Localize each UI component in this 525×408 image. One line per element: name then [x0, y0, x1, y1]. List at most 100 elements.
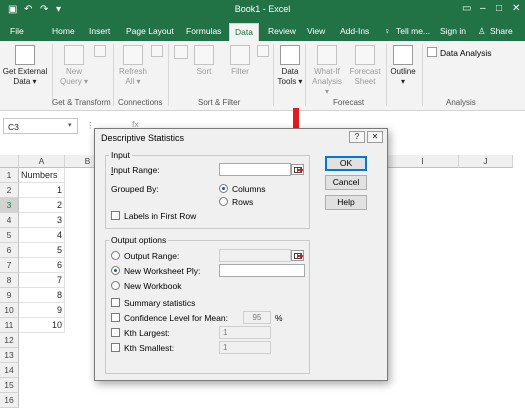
tab-add-ins[interactable]: Add-Ins: [340, 26, 369, 36]
group-separator: [273, 44, 274, 106]
sort-button[interactable]: Sort: [190, 45, 218, 77]
cell-a8[interactable]: 7: [19, 273, 65, 288]
new-worksheet-radio[interactable]: [111, 266, 120, 275]
tab-home[interactable]: Home: [52, 26, 75, 36]
sign-in-link[interactable]: Sign in: [440, 26, 466, 36]
confidence-level-label[interactable]: Confidence Level for Mean:: [124, 313, 228, 323]
confidence-level-checkbox[interactable]: [111, 313, 120, 322]
summary-statistics-checkbox[interactable]: [111, 298, 120, 307]
col-header-j[interactable]: J: [459, 155, 513, 168]
sort-az-icon[interactable]: [172, 45, 190, 61]
row-header[interactable]: 9: [0, 288, 19, 303]
confidence-level-field[interactable]: 95: [243, 311, 271, 324]
group-separator: [52, 44, 53, 106]
tab-insert[interactable]: Insert: [89, 26, 110, 36]
show-queries-icon[interactable]: [93, 45, 107, 59]
kth-largest-checkbox[interactable]: [111, 328, 120, 337]
name-box[interactable]: C3: [3, 118, 78, 134]
dialog-help-icon[interactable]: ?: [349, 131, 365, 143]
col-header-a[interactable]: A: [19, 155, 65, 168]
summary-statistics-label[interactable]: Summary statistics: [124, 298, 195, 308]
columns-radio-label[interactable]: Columns: [232, 184, 266, 194]
forecast-sheet-button[interactable]: Forecast Sheet: [348, 45, 382, 87]
share-button[interactable]: Share: [490, 26, 513, 36]
get-external-data-button[interactable]: Get External Data ▾: [2, 45, 48, 87]
columns-radio[interactable]: [219, 184, 228, 193]
close-window-button[interactable]: ✕: [512, 3, 520, 14]
ribbon-display-icon[interactable]: ▭: [462, 3, 471, 14]
tab-page-layout[interactable]: Page Layout: [126, 26, 174, 36]
select-all-corner[interactable]: [0, 155, 19, 168]
row-header[interactable]: 2: [0, 183, 19, 198]
maximize-button[interactable]: □: [496, 3, 502, 14]
row-header[interactable]: 13: [0, 348, 19, 363]
cell-a1[interactable]: Numbers: [19, 168, 65, 183]
namebox-dropdown-icon[interactable]: ▾: [68, 121, 72, 129]
labels-first-row-label[interactable]: Labels in First Row: [124, 211, 196, 221]
row-header[interactable]: 1: [0, 168, 19, 183]
cancel-button[interactable]: Cancel: [325, 175, 367, 190]
row-header[interactable]: 7: [0, 258, 19, 273]
output-range-label[interactable]: Output Range:: [124, 251, 179, 261]
rows-radio[interactable]: [219, 197, 228, 206]
cell-a2[interactable]: 1: [19, 183, 65, 198]
tab-review[interactable]: Review: [268, 26, 296, 36]
tab-formulas[interactable]: Formulas: [186, 26, 221, 36]
data-tools-icon: [280, 45, 300, 65]
row-header[interactable]: 10: [0, 303, 19, 318]
refresh-all-button[interactable]: Refresh All ▾: [117, 45, 149, 87]
data-analysis-button[interactable]: Data Analysis: [440, 48, 492, 58]
row-header[interactable]: 5: [0, 228, 19, 243]
new-workbook-radio[interactable]: [111, 281, 120, 290]
row-header[interactable]: 15: [0, 378, 19, 393]
row-header[interactable]: 16: [0, 393, 19, 408]
tell-me-box[interactable]: Tell me...: [396, 26, 430, 36]
row-header[interactable]: 11: [0, 318, 19, 333]
cell-a7[interactable]: 6: [19, 258, 65, 273]
output-range-radio[interactable]: [111, 251, 120, 260]
rows-radio-label[interactable]: Rows: [232, 197, 253, 207]
new-worksheet-field[interactable]: [219, 264, 305, 277]
minimize-button[interactable]: –: [480, 3, 486, 14]
cell-a10[interactable]: 9: [19, 303, 65, 318]
labels-first-row-checkbox[interactable]: [111, 211, 120, 220]
kth-smallest-label[interactable]: Kth Smallest:: [124, 343, 174, 353]
dialog-close-button[interactable]: ✕: [367, 131, 383, 143]
advanced-filter-icon[interactable]: [256, 45, 270, 59]
input-range-collapse-button[interactable]: [291, 164, 304, 175]
kth-largest-label[interactable]: Kth Largest:: [124, 328, 170, 338]
row-header[interactable]: 8: [0, 273, 19, 288]
kth-smallest-checkbox[interactable]: [111, 343, 120, 352]
cell-a9[interactable]: 8: [19, 288, 65, 303]
new-worksheet-label[interactable]: New Worksheet Ply:: [124, 266, 200, 276]
tab-data[interactable]: Data: [229, 23, 259, 41]
ok-button[interactable]: OK: [325, 156, 367, 171]
new-workbook-label[interactable]: New Workbook: [124, 281, 181, 291]
input-range-field[interactable]: [219, 163, 291, 176]
cell-a3[interactable]: 2: [19, 198, 65, 213]
tab-file[interactable]: File: [0, 21, 38, 41]
tab-view[interactable]: View: [307, 26, 325, 36]
row-header[interactable]: 4: [0, 213, 19, 228]
row-header-selected[interactable]: 3: [0, 198, 19, 213]
output-range-field[interactable]: [219, 249, 291, 262]
cell-a11[interactable]: 10: [19, 318, 65, 333]
help-button[interactable]: Help: [325, 195, 367, 210]
cell-a4[interactable]: 3: [19, 213, 65, 228]
output-range-collapse-button[interactable]: [291, 250, 304, 261]
row-header[interactable]: 6: [0, 243, 19, 258]
row-header[interactable]: 12: [0, 333, 19, 348]
new-query-button[interactable]: New Query ▾: [56, 45, 92, 87]
connections-icon[interactable]: [150, 45, 164, 59]
row-header[interactable]: 14: [0, 363, 19, 378]
what-if-analysis-button[interactable]: What-If Analysis ▾: [309, 45, 345, 97]
cell-a5[interactable]: 4: [19, 228, 65, 243]
funnel-icon: [230, 45, 250, 65]
filter-button[interactable]: Filter: [226, 45, 254, 77]
outline-button[interactable]: Outline ▾: [388, 45, 418, 87]
data-tools-button[interactable]: Data Tools ▾: [277, 45, 303, 87]
cell-a6[interactable]: 5: [19, 243, 65, 258]
kth-smallest-field[interactable]: 1: [219, 341, 271, 354]
col-header-i[interactable]: I: [387, 155, 459, 168]
kth-largest-field[interactable]: 1: [219, 326, 271, 339]
